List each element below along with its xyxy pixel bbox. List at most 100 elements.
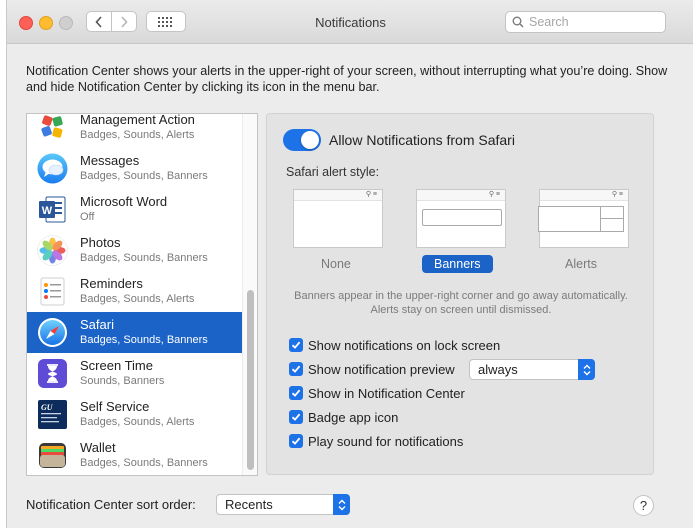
preview-checkbox[interactable] <box>289 362 303 376</box>
title-bar: Notifications <box>7 0 693 44</box>
notification-center-checkbox[interactable] <box>289 386 303 400</box>
self-service-icon: GU <box>38 400 67 429</box>
menubar-glyphs-icon: ⚲ ≡ <box>488 191 500 198</box>
checkmark-icon <box>291 437 301 445</box>
messages-icon <box>37 153 68 184</box>
list-item-microsoft-word[interactable]: W Microsoft Word Off <box>27 189 242 230</box>
app-summary: Badges, Sounds, Banners <box>80 334 208 346</box>
list-item-photos[interactable]: Photos Badges, Sounds, Banners <box>27 230 242 271</box>
option-lock-screen[interactable]: Show notifications on lock screen <box>289 336 500 354</box>
chevron-right-icon <box>121 15 128 28</box>
option-preview[interactable]: Show notification preview <box>289 360 455 378</box>
option-notification-center[interactable]: Show in Notification Center <box>289 384 465 402</box>
app-summary: Badges, Sounds, Banners <box>80 252 208 264</box>
app-name: Safari <box>80 317 114 332</box>
forward-button[interactable] <box>111 11 137 32</box>
style-alerts-preview[interactable]: ⚲ ≡ <box>538 189 629 248</box>
reminders-icon <box>40 277 65 306</box>
allow-notifications-toggle[interactable] <box>283 129 321 151</box>
option-sound[interactable]: Play sound for notifications <box>289 432 463 450</box>
list-item-wallet[interactable]: Wallet Badges, Sounds, Banners <box>27 435 242 475</box>
app-name: Messages <box>80 153 140 168</box>
select-arrows-icon <box>578 359 595 380</box>
list-item-safari[interactable]: Safari Badges, Sounds, Banners <box>27 312 242 353</box>
search-icon <box>512 16 524 28</box>
app-name: Screen Time <box>80 358 153 373</box>
show-all-button[interactable] <box>146 11 186 32</box>
photos-icon <box>37 235 68 266</box>
list-item-messages[interactable]: Messages Badges, Sounds, Banners <box>27 148 242 189</box>
sort-order-value: Recents <box>225 497 273 512</box>
svg-text:GU: GU <box>41 403 54 412</box>
banner-preview-shape <box>422 209 502 226</box>
microsoft-word-icon: W <box>39 196 66 223</box>
safari-settings-panel: Allow Notifications from Safari Safari a… <box>266 113 654 475</box>
chevron-left-icon <box>95 15 102 28</box>
sound-checkbox[interactable] <box>289 434 303 448</box>
preview-select-value: always <box>478 362 518 377</box>
checkmark-icon <box>291 413 301 421</box>
app-summary: Badges, Sounds, Alerts <box>80 129 195 141</box>
close-window-button[interactable] <box>19 16 33 30</box>
search-field[interactable] <box>505 11 666 33</box>
sort-order-label: Notification Center sort order: <box>26 497 196 512</box>
alert-preview-shape <box>538 206 624 232</box>
badge-checkbox[interactable] <box>289 410 303 424</box>
style-none-preview[interactable]: ⚲ ≡ <box>293 189 383 248</box>
menubar-glyphs-icon: ⚲ ≡ <box>611 191 623 198</box>
zoom-window-button[interactable] <box>59 16 73 30</box>
thumb-menubar: ⚲ ≡ <box>540 190 628 201</box>
sort-order-select[interactable]: Recents <box>216 494 350 515</box>
notification-center-label: Show in Notification Center <box>308 385 465 401</box>
app-name: Management Action <box>80 113 195 127</box>
search-input[interactable] <box>529 15 654 29</box>
app-summary: Badges, Sounds, Banners <box>80 457 208 469</box>
app-summary: Badges, Sounds, Alerts <box>80 416 195 428</box>
minimize-window-button[interactable] <box>39 16 53 30</box>
app-summary: Off <box>80 211 95 223</box>
app-name: Self Service <box>80 399 150 414</box>
option-badge[interactable]: Badge app icon <box>289 408 398 426</box>
thumb-menubar: ⚲ ≡ <box>417 190 505 201</box>
alert-style-label: Safari alert style: <box>286 165 380 179</box>
list-item-screen-time[interactable]: Screen Time Sounds, Banners <box>27 353 242 394</box>
style-none-label[interactable]: None <box>321 257 351 271</box>
app-list[interactable]: Management Action Badges, Sounds, Alerts… <box>26 113 258 476</box>
wallet-icon <box>39 443 66 468</box>
alert-style-help-text: Banners appear in the upper-right corner… <box>294 290 628 316</box>
app-summary: Badges, Sounds, Banners <box>80 170 208 182</box>
svg-text:W: W <box>42 205 53 217</box>
checkmark-icon <box>291 389 301 397</box>
menubar-glyphs-icon: ⚲ ≡ <box>365 191 377 198</box>
scrollbar-thumb[interactable] <box>247 290 254 470</box>
description-text: Notification Center shows your alerts in… <box>26 64 668 94</box>
safari-icon <box>38 318 67 347</box>
list-item-management-action[interactable]: Management Action Badges, Sounds, Alerts <box>27 113 242 148</box>
select-arrows-icon <box>333 494 350 515</box>
app-name: Photos <box>80 235 121 250</box>
back-button[interactable] <box>86 11 112 32</box>
screen-time-icon <box>38 359 67 388</box>
management-action-icon <box>41 115 63 138</box>
list-item-reminders[interactable]: Reminders Badges, Sounds, Alerts <box>27 271 242 312</box>
app-name: Wallet <box>80 440 116 455</box>
badge-label: Badge app icon <box>308 409 399 425</box>
style-alerts-label[interactable]: Alerts <box>565 257 597 271</box>
app-name: Microsoft Word <box>80 194 168 209</box>
allow-notifications-label: Allow Notifications from Safari <box>329 132 515 148</box>
app-list-scrollbar[interactable] <box>242 114 257 475</box>
checkmark-icon <box>291 341 301 349</box>
preview-select[interactable]: always <box>469 359 595 380</box>
list-item-self-service[interactable]: GU Self Service Badges, Sounds, Alerts <box>27 394 242 435</box>
sound-label: Play sound for notifications <box>308 433 464 449</box>
style-banners-label[interactable]: Banners <box>422 255 493 273</box>
checkmark-icon <box>291 365 301 373</box>
lock-screen-label: Show notifications on lock screen <box>308 337 501 353</box>
notifications-window: Notifications Notification Center shows … <box>6 0 693 528</box>
lock-screen-checkbox[interactable] <box>289 338 303 352</box>
app-summary: Sounds, Banners <box>80 375 165 387</box>
style-banners-preview[interactable]: ⚲ ≡ <box>416 189 506 248</box>
app-summary: Badges, Sounds, Alerts <box>80 293 195 305</box>
help-button[interactable]: ? <box>633 495 654 516</box>
app-name: Reminders <box>80 276 143 291</box>
